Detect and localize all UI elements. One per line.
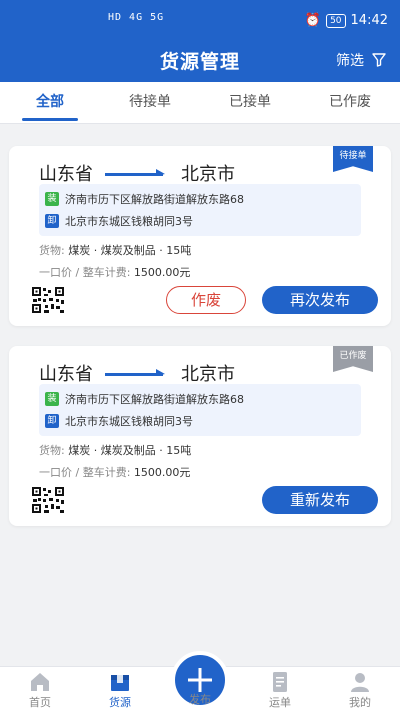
goods-value: 煤炭 · 煤炭及制品 · 15吨 [68, 444, 192, 457]
status-right: ⏰ 50 14:42 [305, 13, 388, 28]
status-bar: HD 4G 5G ⏰ 50 14:42 [0, 0, 400, 40]
load-address-row: 装 济南市历下区解放路街道解放东路68 [45, 388, 355, 410]
nav-home-label: 首页 [29, 696, 51, 709]
route: 山东省 北京市 [39, 360, 235, 386]
goods-label: 货物: [39, 244, 65, 257]
load-address: 济南市历下区解放路街道解放东路68 [65, 393, 244, 406]
destination-city: 北京市 [181, 364, 235, 385]
filter-button[interactable]: 筛选 [336, 50, 386, 70]
status-tabs: 全部 待接单 已接单 已作废 [0, 82, 400, 124]
nav-cargo-label: 货源 [109, 696, 131, 709]
unload-tag: 卸 [45, 214, 59, 228]
status-badge: 已作废 [333, 346, 373, 372]
route-arrow-icon [105, 366, 165, 380]
republish-button[interactable]: 重新发布 [262, 486, 378, 514]
battery-icon: 50 [326, 13, 346, 28]
nav-mine[interactable]: 我的 [320, 667, 400, 711]
destination-city: 北京市 [181, 164, 235, 185]
nav-home[interactable]: 首页 [0, 667, 80, 711]
unload-address: 北京市东城区钱粮胡同3号 [65, 215, 193, 228]
cargo-icon [111, 675, 129, 691]
void-button[interactable]: 作废 [166, 286, 246, 314]
address-box: 装 济南市历下区解放路街道解放东路68 卸 北京市东城区钱粮胡同3号 [39, 184, 361, 236]
tab-pending[interactable]: 待接单 [100, 82, 200, 123]
nav-waybill-label: 运单 [269, 696, 291, 709]
tab-voided[interactable]: 已作废 [300, 82, 400, 123]
filter-label: 筛选 [336, 53, 364, 69]
republish-button[interactable]: 再次发布 [262, 286, 378, 314]
plus-icon [188, 668, 212, 692]
qr-code-icon[interactable] [31, 486, 65, 514]
unload-address: 北京市东城区钱粮胡同3号 [65, 415, 193, 428]
unload-address-row: 卸 北京市东城区钱粮胡同3号 [45, 410, 355, 432]
origin-city: 山东省 [39, 364, 93, 385]
nav-waybill[interactable]: 运单 [240, 667, 320, 711]
tab-accepted[interactable]: 已接单 [200, 82, 300, 123]
goods-info: 货物: 煤炭 · 煤炭及制品 · 15吨 [39, 242, 191, 258]
goods-label: 货物: [39, 444, 65, 457]
qr-code-icon[interactable] [31, 286, 65, 314]
load-address-row: 装 济南市历下区解放路街道解放东路68 [45, 188, 355, 210]
price-label: 一口价 / 整车计费: [39, 466, 131, 479]
address-box: 装 济南市历下区解放路街道解放东路68 卸 北京市东城区钱粮胡同3号 [39, 384, 361, 436]
user-icon [351, 673, 369, 692]
load-address: 济南市历下区解放路街道解放东路68 [65, 193, 244, 206]
load-tag: 装 [45, 392, 59, 406]
price-info: 一口价 / 整车计费: 1500.00元 [39, 464, 190, 480]
unload-tag: 卸 [45, 414, 59, 428]
price-value: 1500.00元 [133, 466, 191, 479]
price-info: 一口价 / 整车计费: 1500.00元 [39, 264, 190, 280]
app-header: HD 4G 5G ⏰ 50 14:42 货源管理 筛选 [0, 0, 400, 82]
status-badge: 待接单 [333, 146, 373, 172]
route-arrow-icon [105, 166, 165, 180]
home-icon [31, 673, 49, 691]
price-label: 一口价 / 整车计费: [39, 266, 131, 279]
route: 山东省 北京市 [39, 160, 235, 186]
nav-mine-label: 我的 [349, 696, 371, 709]
cargo-card[interactable]: 已作废 山东省 北京市 装 济南市历下区解放路街道解放东路68 卸 北京市东城区… [9, 346, 391, 526]
waybill-icon [273, 672, 287, 692]
price-value: 1500.00元 [133, 266, 191, 279]
funnel-icon [372, 53, 386, 67]
origin-city: 山东省 [39, 164, 93, 185]
unload-address-row: 卸 北京市东城区钱粮胡同3号 [45, 210, 355, 232]
signal-indicator: HD 4G 5G [108, 12, 165, 23]
clock: 14:42 [350, 13, 388, 28]
publish-button[interactable] [171, 651, 229, 709]
load-tag: 装 [45, 192, 59, 206]
cargo-card[interactable]: 待接单 山东省 北京市 装 济南市历下区解放路街道解放东路68 卸 北京市东城区… [9, 146, 391, 326]
nav-cargo[interactable]: 货源 [80, 667, 160, 711]
alarm-icon: ⏰ [304, 13, 322, 28]
goods-info: 货物: 煤炭 · 煤炭及制品 · 15吨 [39, 442, 191, 458]
tab-all[interactable]: 全部 [0, 82, 100, 123]
goods-value: 煤炭 · 煤炭及制品 · 15吨 [68, 244, 192, 257]
